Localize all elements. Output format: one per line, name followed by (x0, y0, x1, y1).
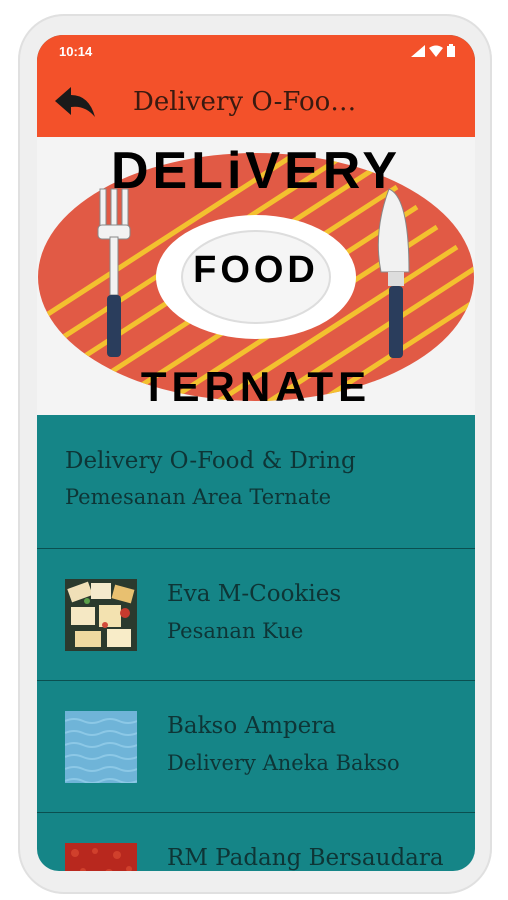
status-time: 10:14 (59, 44, 93, 59)
list-item-eva-m-cookies[interactable]: Eva M-Cookies Pesanan Kue (37, 549, 475, 681)
list-item-rm-padang-bersaudara[interactable]: RM Padang Bersaudara (37, 813, 475, 871)
app-screen: 10:14 Delivery O-Foo… DELiVERY FOOD TERN… (37, 35, 475, 871)
status-icons (411, 44, 455, 57)
signal-icon (411, 44, 425, 57)
battery-icon (447, 44, 455, 57)
banner-middle-text: FOOD (193, 249, 319, 291)
item-title: RM Padang Bersaudara (167, 845, 444, 871)
restaurant-list: Delivery O-Food & Dring Pemesanan Area T… (37, 415, 475, 871)
status-bar: 10:14 (37, 35, 475, 67)
list-item-bakso-ampera[interactable]: Bakso Ampera Delivery Aneka Bakso (37, 681, 475, 813)
item-subtitle: Delivery Aneka Bakso (167, 751, 400, 775)
banner-top-text: DELiVERY (110, 142, 402, 200)
list-header-title: Delivery O-Food & Dring (65, 448, 356, 474)
list-header[interactable]: Delivery O-Food & Dring Pemesanan Area T… (37, 415, 475, 549)
banner-logo: DELiVERY FOOD TERNATE (37, 137, 475, 415)
bakso-thumbnail (65, 711, 137, 783)
back-arrow-icon[interactable] (51, 83, 99, 123)
item-title: Eva M-Cookies (167, 581, 342, 607)
padang-thumbnail (65, 843, 137, 871)
app-title: Delivery O-Foo… (133, 87, 357, 117)
wifi-icon (429, 45, 443, 57)
item-subtitle: Pesanan Kue (167, 619, 304, 643)
banner-bottom-text: TERNATE (140, 363, 372, 410)
cookies-thumbnail (65, 579, 137, 651)
item-title: Bakso Ampera (167, 713, 336, 739)
app-bar: Delivery O-Foo… (37, 67, 475, 137)
list-header-subtitle: Pemesanan Area Ternate (65, 485, 332, 509)
